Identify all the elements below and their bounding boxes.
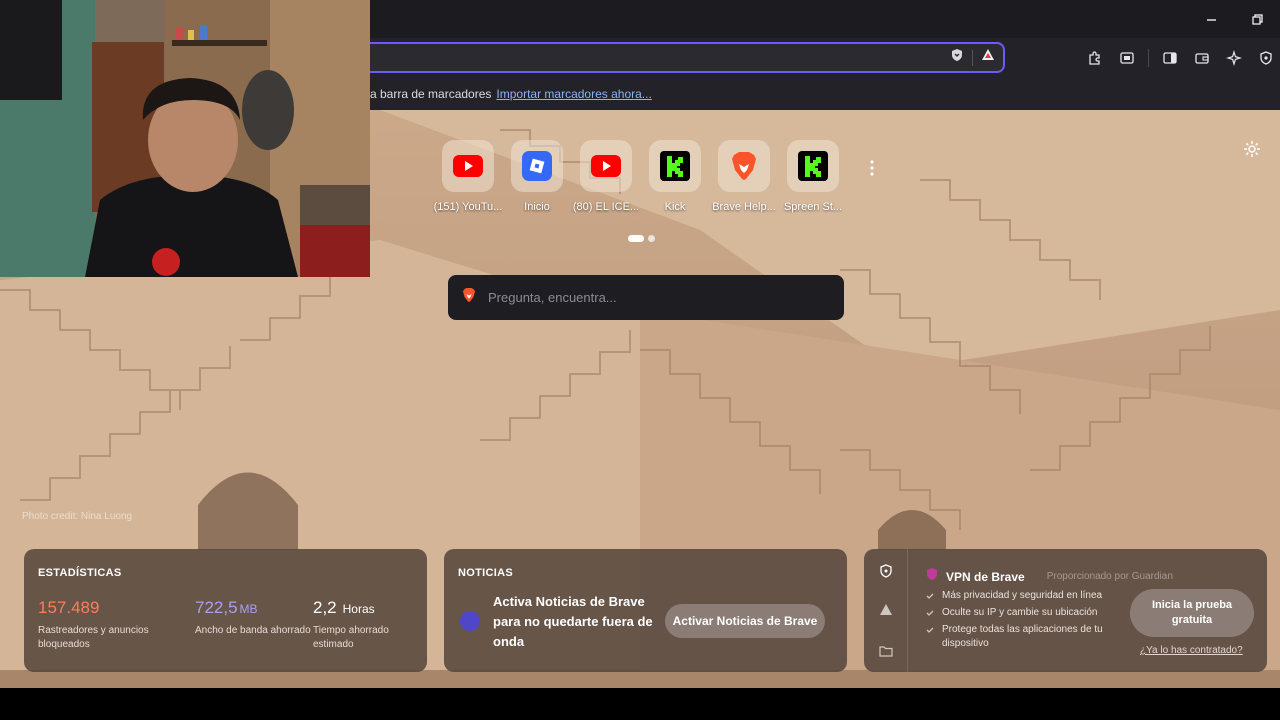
top-sites: (151) YouTu... Inicio (80) EL ICE... Kic… [434, 140, 842, 213]
bookmarks-prompt: a barra de marcadores [370, 87, 492, 101]
activate-news-button[interactable]: Activar Noticias de Brave [665, 604, 825, 638]
top-site-tile[interactable]: (80) EL ICE... [573, 140, 639, 213]
roblox-icon [511, 140, 563, 192]
wallet-button[interactable] [1191, 47, 1213, 69]
vpn-feature-text: Protege todas las aplicaciones de tu dis… [942, 624, 1103, 649]
vpn-feature: Protege todas las aplicaciones de tu dis… [926, 623, 1116, 651]
widget-switcher [864, 549, 908, 672]
webcam-feed-image [0, 0, 370, 277]
bandwidth-stat: 722,5 MB Ancho de banda ahorrado [195, 598, 315, 638]
vpn-feature: Más privacidad y seguridad en línea [926, 589, 1116, 603]
time-unit: Horas [342, 602, 375, 616]
vpn-already-purchased-link[interactable]: ¿Ya lo has contratado? [1140, 645, 1243, 656]
check-icon [926, 593, 934, 599]
top-site-tile[interactable]: (151) YouTu... [434, 140, 502, 213]
top-site-label: Kick [664, 201, 686, 213]
trackers-stat: 157.489 Rastreadores y anuncios bloquead… [38, 598, 158, 652]
address-bar-icons [950, 44, 995, 71]
address-bar[interactable] [340, 42, 1005, 73]
vpn-feature-text: Más privacidad y seguridad en línea [942, 590, 1103, 601]
top-site-label: Inicio [524, 201, 550, 213]
bandwidth-value: 722,5 [195, 598, 238, 617]
trackers-label: Rastreadores y anuncios bloqueados [38, 625, 149, 650]
check-icon [926, 610, 934, 616]
bandwidth-label: Ancho de banda ahorrado [195, 625, 311, 636]
import-bookmarks-link[interactable]: Importar marcadores ahora... [496, 87, 651, 101]
photo-credit: Photo credit: Nina Luong [22, 511, 133, 522]
tab-manager-button[interactable] [1116, 47, 1138, 69]
kick-icon [787, 140, 839, 192]
top-site-tile[interactable]: Inicio [509, 140, 565, 213]
news-title: NOTICIAS [458, 567, 513, 579]
restore-button[interactable] [1234, 0, 1280, 38]
pagination-dot[interactable] [648, 235, 655, 242]
vpn-title: VPN de Brave [946, 569, 1025, 584]
top-site-label: (151) YouTu... [433, 201, 503, 213]
news-widget: NOTICIAS Activa Noticias de Brave para n… [444, 549, 847, 672]
stats-title: ESTADÍSTICAS [38, 567, 122, 579]
vpn-logo-icon [926, 567, 938, 586]
top-sites-pagination[interactable] [628, 235, 655, 242]
top-sites-more-icon[interactable] [868, 158, 876, 178]
shield-icon [1260, 51, 1272, 65]
vpn-widget: VPN de Brave Proporcionado por Guardian … [864, 549, 1267, 672]
top-site-label: Spreen St... [783, 201, 843, 213]
time-value: 2,2 [313, 598, 337, 617]
restore-icon [1251, 13, 1263, 25]
brave-rewards-icon[interactable] [981, 48, 995, 67]
toolbar-separator [1148, 49, 1149, 67]
check-icon [926, 627, 934, 633]
minimize-button[interactable] [1188, 0, 1234, 38]
top-site-tile[interactable]: Kick [647, 140, 703, 213]
time-label: Tiempo ahorrado estimado [313, 625, 389, 650]
minimize-icon [1206, 18, 1216, 21]
top-site-tile[interactable]: Brave Help... [712, 140, 776, 213]
stats-widget: ESTADÍSTICAS 157.489 Rastreadores y anun… [24, 549, 427, 672]
vpn-feature-text: Oculte su IP y cambie su ubicación [942, 607, 1098, 618]
wallet-icon [1195, 53, 1209, 64]
vpn-free-trial-button[interactable]: Inicia la prueba gratuita [1130, 589, 1254, 637]
vpn-provided-by: Proporcionado por Guardian [1046, 571, 1173, 582]
time-stat: 2,2 Horas Tiempo ahorrado estimado [313, 598, 413, 652]
vpn-button[interactable] [1255, 47, 1277, 69]
customize-gear-icon[interactable] [1243, 140, 1261, 158]
search-placeholder: Pregunta, encuentra... [488, 290, 617, 305]
brave-news-icon [460, 611, 480, 631]
bandwidth-unit: MB [239, 602, 258, 616]
brave-shields-icon[interactable] [950, 48, 964, 67]
folder-icon[interactable] [878, 643, 894, 659]
top-site-label: Brave Help... [712, 201, 776, 213]
window-icon [1120, 52, 1134, 64]
vpn-feature: Oculte su IP y cambie su ubicación [926, 606, 1116, 620]
sparkle-icon [1226, 50, 1242, 66]
youtube-icon [580, 140, 632, 192]
vpn-features: Más privacidad y seguridad en línea Ocul… [926, 589, 1116, 654]
kick-icon [649, 140, 701, 192]
trackers-value: 157.489 [38, 598, 100, 617]
search-box[interactable]: Pregunta, encuentra... [448, 275, 844, 320]
address-bar-separator [972, 49, 973, 66]
top-site-label: (80) EL ICE... [572, 201, 640, 213]
vpn-header: VPN de Brave Proporcionado por Guardian [926, 567, 1173, 586]
rewards-triangle-icon[interactable] [878, 602, 894, 618]
pagination-dot-active[interactable] [628, 235, 644, 242]
sidebar-button[interactable] [1159, 47, 1181, 69]
news-promo-text: Activa Noticias de Brave para no quedart… [493, 594, 653, 649]
leo-ai-button[interactable] [1223, 47, 1245, 69]
toolbar-icons [1084, 38, 1280, 78]
webcam-overlay [0, 0, 370, 277]
window-controls [1188, 0, 1280, 38]
extensions-button[interactable] [1084, 47, 1106, 69]
top-site-tile[interactable]: Spreen St... [784, 140, 842, 213]
vpn-shield-icon[interactable] [878, 563, 894, 579]
screen-bottom-bar [0, 688, 1280, 720]
puzzle-icon [1089, 51, 1100, 65]
youtube-icon [442, 140, 494, 192]
brave-search-icon [462, 287, 476, 308]
brave-lion-icon [718, 140, 770, 192]
sidebar-icon [1163, 52, 1177, 64]
